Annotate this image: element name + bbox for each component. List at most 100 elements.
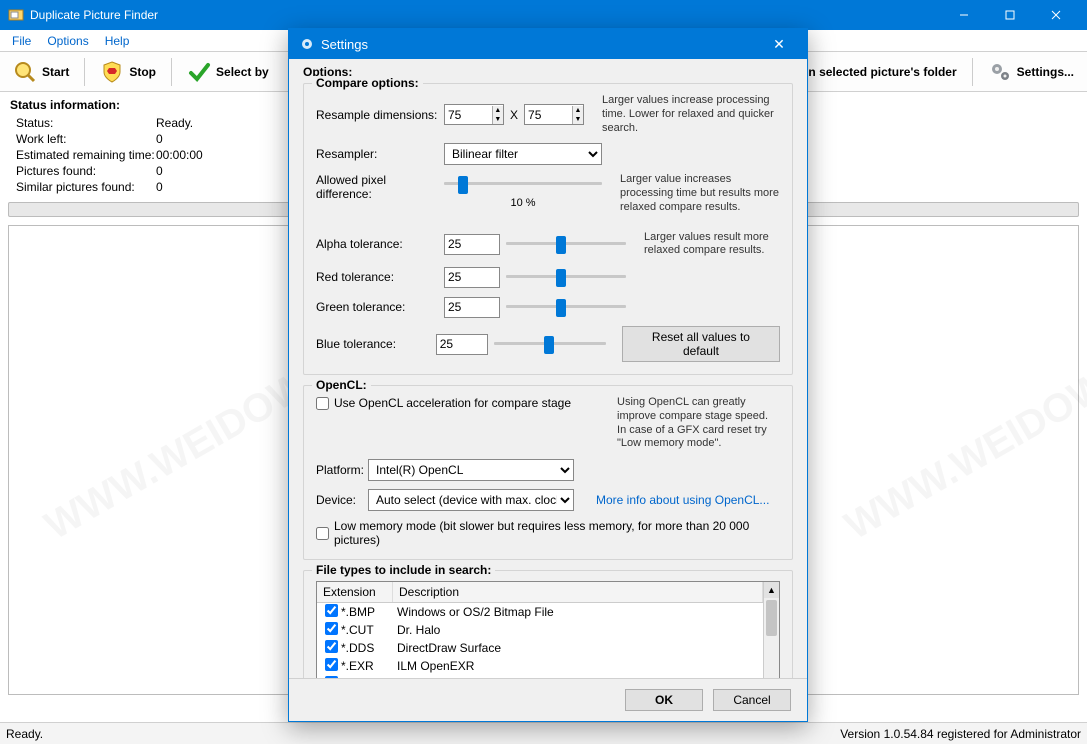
resampler-select[interactable]: Bilinear filter [444,143,602,165]
file-type-ext: *.BMP [341,605,397,619]
compare-options-group: Compare options: Resample dimensions: ▲▼… [303,83,793,375]
allowed-pixel-diff-label: Allowed pixel difference: [316,173,438,201]
maximize-button[interactable] [987,0,1033,30]
gear-icon [299,36,315,52]
green-tolerance-slider[interactable] [506,296,626,318]
compare-legend: Compare options: [312,76,423,90]
platform-select[interactable]: Intel(R) OpenCL [368,459,574,481]
settings-button[interactable]: Settings... [979,56,1083,88]
statusbar: Ready. Version 1.0.54.84 registered for … [0,722,1087,744]
file-type-row[interactable]: *.DDSDirectDraw Surface [317,639,763,657]
toolbar-separator [972,58,973,86]
toolbar-separator [84,58,85,86]
use-opencl-checkbox[interactable]: Use OpenCL acceleration for compare stag… [316,396,571,410]
resampler-label: Resampler: [316,147,438,161]
file-types-group: File types to include in search: Extensi… [303,570,793,678]
blue-tolerance-label: Blue tolerance: [316,337,430,351]
red-tolerance-input[interactable] [444,267,500,288]
file-type-ext: *.G3 [341,677,397,678]
resample-width-input[interactable]: ▲▼ [444,104,504,125]
pictures-found-label: Pictures found: [16,164,156,178]
magnifier-icon [13,60,37,84]
stop-button[interactable]: Stop [91,56,165,88]
platform-label: Platform: [316,463,362,477]
file-type-checkbox[interactable] [325,658,338,671]
ok-button[interactable]: OK [625,689,703,711]
menu-file[interactable]: File [4,32,39,50]
spin-down-icon[interactable]: ▼ [493,115,503,124]
green-tolerance-input[interactable] [444,297,500,318]
file-type-desc: Raw Fax format CCITT G3 [397,677,759,678]
allowed-pixel-diff-slider[interactable] [444,173,602,195]
allowed-pixel-diff-help: Larger value increases processing time b… [620,173,780,214]
menu-options[interactable]: Options [39,32,96,50]
col-extension[interactable]: Extension [317,582,393,602]
dialog-close-button[interactable]: ✕ [761,36,797,53]
workleft-label: Work left: [16,132,156,146]
green-tolerance-label: Green tolerance: [316,300,438,314]
stop-label: Stop [129,65,156,79]
low-memory-checkbox[interactable]: Low memory mode (bit slower but requires… [316,519,780,547]
spin-up-icon[interactable]: ▲ [493,106,503,115]
file-types-table[interactable]: Extension Description *.BMPWindows or OS… [316,581,780,678]
file-type-checkbox[interactable] [325,622,338,635]
select-by-label: Select by [216,65,269,79]
minimize-button[interactable] [941,0,987,30]
file-type-ext: *.EXR [341,659,397,673]
resample-height-input[interactable]: ▲▼ [524,104,584,125]
x-label: X [510,108,518,122]
open-folder-button[interactable]: n selected picture's folder [799,61,965,83]
open-folder-label: n selected picture's folder [808,65,956,79]
file-type-row[interactable]: *.EXRILM OpenEXR [317,657,763,675]
blue-tolerance-input[interactable] [436,334,488,355]
similar-found-label: Similar pictures found: [16,180,156,194]
menu-help[interactable]: Help [97,32,138,50]
shield-stop-icon [100,60,124,84]
main-titlebar: Duplicate Picture Finder [0,0,1087,30]
file-type-checkbox[interactable] [325,604,338,617]
device-select[interactable]: Auto select (device with max. clock freq [368,489,574,511]
col-description[interactable]: Description [393,582,763,602]
reset-defaults-button[interactable]: Reset all values to default [622,326,780,362]
dialog-title: Settings [321,37,761,52]
alpha-tolerance-input[interactable] [444,234,500,255]
file-types-legend: File types to include in search: [312,563,495,577]
cancel-button[interactable]: Cancel [713,689,791,711]
start-label: Start [42,65,69,79]
resample-help: Larger values increase processing time. … [602,94,780,135]
gears-icon [988,60,1012,84]
blue-tolerance-slider[interactable] [494,333,606,355]
red-tolerance-slider[interactable] [506,266,626,288]
start-button[interactable]: Start [4,56,78,88]
dialog-titlebar: Settings ✕ [289,29,807,59]
allowed-pixel-diff-value: 10 % [444,197,602,209]
alpha-tolerance-slider[interactable] [506,233,626,255]
select-by-button[interactable]: Select by [178,56,278,88]
scroll-up-icon[interactable]: ▲ [764,582,779,598]
file-type-desc: Windows or OS/2 Bitmap File [397,605,759,619]
file-type-desc: ILM OpenEXR [397,659,759,673]
opencl-group: OpenCL: Use OpenCL acceleration for comp… [303,385,793,560]
app-icon [8,7,24,23]
file-type-ext: *.DDS [341,641,397,655]
device-label: Device: [316,493,362,507]
close-button[interactable] [1033,0,1079,30]
file-types-scrollbar[interactable]: ▲ ▼ [763,582,779,678]
spin-down-icon[interactable]: ▼ [573,115,583,124]
spin-up-icon[interactable]: ▲ [573,106,583,115]
file-type-row[interactable]: *.G3Raw Fax format CCITT G3 [317,675,763,678]
file-type-checkbox[interactable] [325,676,338,678]
red-tolerance-label: Red tolerance: [316,270,438,284]
file-type-checkbox[interactable] [325,640,338,653]
file-type-row[interactable]: *.CUTDr. Halo [317,621,763,639]
check-icon [187,60,211,84]
opencl-moreinfo-link[interactable]: More info about using OpenCL... [596,493,769,507]
toolbar-separator [171,58,172,86]
file-type-ext: *.CUT [341,623,397,637]
scroll-thumb[interactable] [766,600,777,636]
dialog-footer: OK Cancel [289,678,807,721]
eta-label: Estimated remaining time: [16,148,156,162]
statusbar-text: Ready. [6,727,43,741]
file-type-row[interactable]: *.BMPWindows or OS/2 Bitmap File [317,603,763,621]
main-title: Duplicate Picture Finder [30,8,941,22]
